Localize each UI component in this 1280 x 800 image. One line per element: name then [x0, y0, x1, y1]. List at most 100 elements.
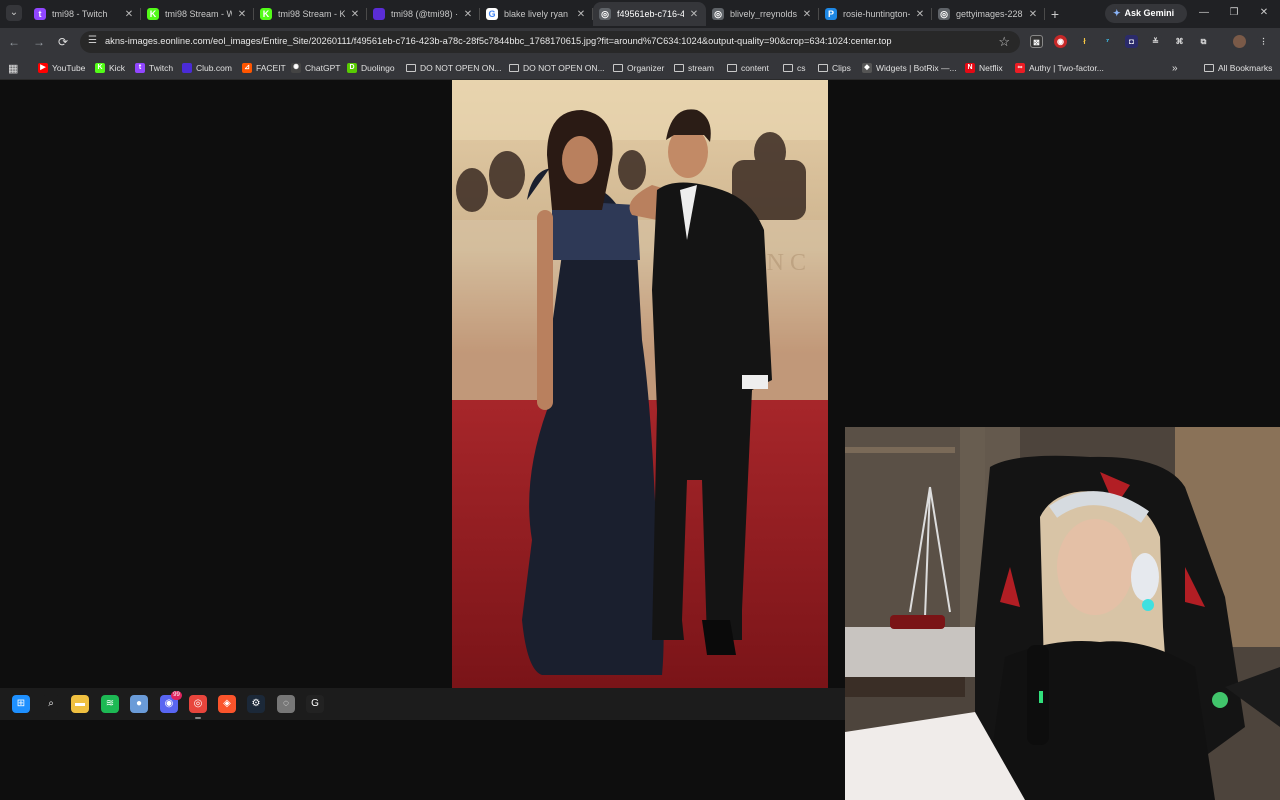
reload-button[interactable]: ⟳	[55, 34, 71, 50]
site-icon	[373, 8, 385, 20]
bookmark-9[interactable]: Organizer	[613, 61, 664, 75]
brave-icon[interactable]: ◈	[218, 695, 236, 713]
steam-icon[interactable]: ⚙	[247, 695, 265, 713]
red-carpet-photo[interactable]: EN C	[452, 80, 828, 688]
tab-title: blively_rreynolds_	[730, 9, 797, 19]
close-tab-icon[interactable]: ✕	[123, 9, 135, 20]
toolbar: ← → ⟳ ☰ akns-images.eonline.com/eol_imag…	[0, 28, 1280, 56]
apps-grid-icon[interactable]: ▦	[8, 61, 18, 75]
bookmark-label: ChatGPT	[305, 63, 341, 73]
extension-icon-3[interactable]: ł	[1078, 35, 1091, 48]
tab-6[interactable]: ◎ blively_rreynolds_ ✕	[706, 2, 819, 26]
new-tab-button[interactable]: +	[1045, 2, 1065, 26]
extension-icon-6[interactable]: ≚	[1149, 35, 1162, 48]
tab-4[interactable]: Gblake lively ryan re ✕	[480, 2, 593, 26]
address-bar[interactable]: ☰ akns-images.eonline.com/eol_images/Ent…	[80, 31, 1020, 53]
chevron-down-icon[interactable]: ⌄	[6, 5, 22, 21]
forward-button[interactable]: →	[31, 34, 47, 50]
bookmark-15[interactable]: N Netflix	[965, 61, 1003, 75]
tab-title: tmi98 (@tmi98) · T	[391, 9, 458, 19]
bookmark-5[interactable]: ✺ ChatGPT	[291, 61, 340, 75]
extension-icon-2[interactable]: ◉	[1054, 35, 1067, 48]
close-tab-icon[interactable]: ✕	[801, 9, 813, 20]
bookmark-16[interactable]: ∞ Authy | Two-factor...	[1015, 61, 1104, 75]
tab-5[interactable]: ◎ f49561eb-c716-42 ✕	[593, 2, 706, 26]
folder-icon	[613, 64, 623, 72]
folder-icon	[1204, 64, 1214, 72]
close-tab-icon[interactable]: ✕	[349, 9, 361, 20]
globe-icon: ◎	[712, 8, 724, 20]
back-button[interactable]: ←	[6, 34, 22, 50]
menu-dots-icon[interactable]: ⋮	[1257, 35, 1270, 48]
tab-3[interactable]: tmi98 (@tmi98) · T ✕	[367, 2, 480, 26]
bookmark-star-icon[interactable]: ☆	[998, 34, 1010, 50]
bookmark-3[interactable]: Club.com	[182, 61, 232, 75]
windows-start-icon[interactable]: ⊞	[12, 695, 30, 713]
app-blue-icon[interactable]: ●	[130, 695, 148, 713]
tab-0[interactable]: t tmi98 - Twitch ✕	[28, 2, 141, 26]
bookmark-label: DO NOT OPEN ON...	[523, 63, 605, 73]
tab-1[interactable]: Ktmi98 Stream - Wa ✕	[141, 2, 254, 26]
globe-icon: ◎	[938, 8, 950, 20]
bookmark-label: Widgets | BotRix —...	[876, 63, 957, 73]
folder-icon	[818, 64, 828, 72]
bookmark-label: stream	[688, 63, 714, 73]
kick-icon: K	[260, 8, 272, 20]
close-tab-icon[interactable]: ✕	[1027, 9, 1039, 20]
bookmark-label: Netflix	[979, 63, 1003, 73]
folder-icon	[727, 64, 737, 72]
close-window-button[interactable]: ✕	[1252, 4, 1276, 22]
bookmark-2[interactable]: t Twitch	[135, 61, 173, 75]
close-tab-icon[interactable]: ✕	[688, 9, 700, 20]
ask-gemini-button[interactable]: ✦ Ask Gemini	[1105, 4, 1187, 23]
bookmark-favicon: ⊿	[242, 63, 252, 73]
extension-icon-1[interactable]: ⊠	[1030, 35, 1043, 48]
app-grey-icon[interactable]: ◌	[277, 695, 295, 713]
bookmark-0[interactable]: ▶ YouTube	[38, 61, 85, 75]
bookmark-6[interactable]: D Duolingo	[347, 61, 395, 75]
bookmark-8[interactable]: DO NOT OPEN ON...	[509, 61, 605, 75]
close-tab-icon[interactable]: ✕	[914, 9, 926, 20]
bookmark-14[interactable]: ◆ Widgets | BotRix —...	[862, 61, 957, 75]
taskbar: ⊞ ⌕ ▬ ≋ ● ◉ 99 ◎ ◈ ⚙ ◌ G	[0, 688, 845, 720]
bookmark-11[interactable]: content	[727, 61, 769, 75]
minimize-button[interactable]: —	[1192, 4, 1216, 22]
tab-2[interactable]: Ktmi98 Stream - Kic ✕	[254, 2, 367, 26]
bookmark-label: Authy | Two-factor...	[1029, 63, 1104, 73]
chevron-right-icon[interactable]: »	[1172, 61, 1178, 75]
spotify-icon[interactable]: ≋	[101, 695, 119, 713]
logitech-icon[interactable]: G	[306, 695, 324, 713]
chrome-icon[interactable]: ◎	[189, 695, 207, 713]
bookmark-label: Duolingo	[361, 63, 395, 73]
extension-icon-7[interactable]: ⌘	[1173, 35, 1186, 48]
close-tab-icon[interactable]: ✕	[236, 9, 248, 20]
site-info-icon[interactable]: ☰	[88, 35, 97, 46]
file-explorer-icon[interactable]: ▬	[71, 695, 89, 713]
bookmark-label: Twitch	[149, 63, 174, 73]
gemini-icon: ✦	[1113, 8, 1121, 18]
tab-7[interactable]: Prosie-huntington- ✕	[819, 2, 932, 26]
bookmark-4[interactable]: ⊿ FACEIT	[242, 61, 286, 75]
notification-badge: 99	[171, 691, 182, 700]
active-app-indicator	[195, 717, 201, 719]
all-bookmarks-button[interactable]: All Bookmarks	[1204, 61, 1272, 75]
extension-icon-4[interactable]: ⁷	[1101, 35, 1114, 48]
extension-icon-5[interactable]: ◘	[1125, 35, 1138, 48]
maximize-button[interactable]: ❐	[1222, 4, 1246, 22]
tab-8[interactable]: ◎ gettyimages-2287 ✕	[932, 2, 1045, 26]
bookmark-13[interactable]: Clips	[818, 61, 851, 75]
bookmark-7[interactable]: DO NOT OPEN ON...	[406, 61, 502, 75]
search-icon[interactable]: ⌕	[42, 695, 60, 713]
puzzle-extensions-icon[interactable]: ⧉	[1197, 35, 1210, 48]
bookmark-1[interactable]: K Kick	[95, 61, 125, 75]
close-tab-icon[interactable]: ✕	[575, 9, 587, 20]
bookmark-10[interactable]: stream	[674, 61, 714, 75]
bookmark-12[interactable]: cs	[783, 61, 806, 75]
image-viewer: EN C	[0, 80, 1280, 800]
tab-strip: ⌄ ttmi98 - Twitch✕Ktmi98 Stream - Wa✕Ktm…	[0, 0, 1280, 28]
profile-avatar[interactable]	[1233, 35, 1246, 48]
close-tab-icon[interactable]: ✕	[462, 9, 474, 20]
url-text[interactable]: akns-images.eonline.com/eol_images/Entir…	[105, 36, 985, 46]
bookmark-label: Organizer	[627, 63, 665, 73]
bookmark-favicon: D	[347, 63, 357, 73]
